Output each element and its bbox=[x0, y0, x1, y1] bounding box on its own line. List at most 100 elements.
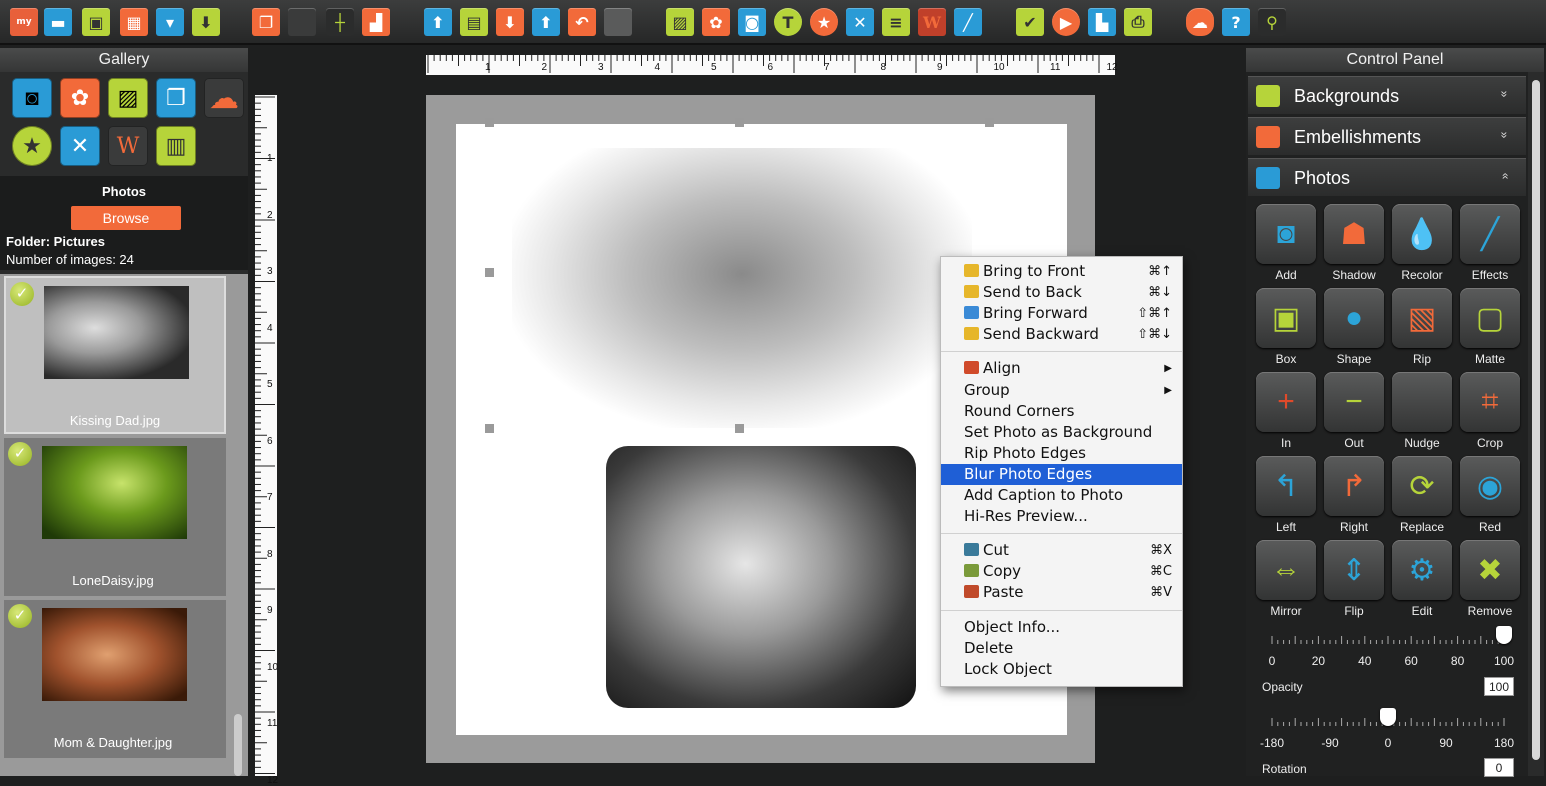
menu-item-paste[interactable]: Paste ⌘V bbox=[941, 582, 1182, 603]
text-icon[interactable]: T bbox=[774, 8, 802, 36]
selection-handle[interactable] bbox=[735, 118, 744, 127]
pen-icon[interactable]: ╱ bbox=[954, 8, 982, 36]
menu-item-send-backward[interactable]: Send Backward ⇧⌘↓ bbox=[941, 324, 1182, 345]
tool-recolor-button[interactable]: 💧 bbox=[1392, 204, 1452, 264]
menu-item-send-to-back[interactable]: Send to Back ⌘↓ bbox=[941, 282, 1182, 303]
open-folder-icon[interactable]: ▬ bbox=[44, 8, 72, 36]
tool-shape-button[interactable]: ● bbox=[1324, 288, 1384, 348]
menu-item-object-info[interactable]: Object Info... bbox=[941, 617, 1182, 638]
gallery-scrollbar[interactable] bbox=[234, 714, 242, 776]
tool-matte-button[interactable]: ▢ bbox=[1460, 288, 1520, 348]
stack-icon[interactable]: ❐ bbox=[252, 8, 280, 36]
layers-icon[interactable]: ❐ bbox=[156, 78, 196, 118]
rotation-slider[interactable] bbox=[1268, 708, 1508, 732]
menu-item-copy[interactable]: Copy ⌘C bbox=[941, 561, 1182, 582]
tool-left-button[interactable]: ↰ bbox=[1256, 456, 1316, 516]
thumbnail-item[interactable]: ✓ Kissing Dad.jpg bbox=[4, 276, 226, 434]
blurred-photo[interactable] bbox=[512, 148, 972, 428]
menu-item-bring-forward[interactable]: Bring Forward ⇧⌘↑ bbox=[941, 303, 1182, 324]
tool-nudge-button[interactable] bbox=[1392, 372, 1452, 432]
tool-mirror-button[interactable]: ⇔ bbox=[1256, 540, 1316, 600]
menu-item-hi-res-preview[interactable]: Hi-Res Preview... bbox=[941, 506, 1182, 527]
tool-add-button[interactable]: ◙ bbox=[1256, 204, 1316, 264]
print-icon[interactable]: ⎙ bbox=[1124, 8, 1152, 36]
section-backgrounds[interactable]: Backgrounds » bbox=[1248, 76, 1526, 114]
rotation-slider-thumb[interactable] bbox=[1380, 708, 1396, 726]
help-icon[interactable]: ? bbox=[1222, 8, 1250, 36]
share-icon[interactable]: ▙ bbox=[1088, 8, 1116, 36]
section-photos[interactable]: Photos » bbox=[1248, 158, 1526, 196]
save-down-icon[interactable]: ⬇ bbox=[496, 8, 524, 36]
tool-shadow-button[interactable]: ☗ bbox=[1324, 204, 1384, 264]
menu-item-cut[interactable]: Cut ⌘X bbox=[941, 540, 1182, 561]
scrollbar-thumb[interactable] bbox=[1532, 80, 1540, 760]
grid-icon[interactable]: ▦ bbox=[120, 8, 148, 36]
selection-handle[interactable] bbox=[485, 268, 494, 277]
butterfly-icon[interactable]: ✕ bbox=[846, 8, 874, 36]
my-logo-icon[interactable]: my bbox=[10, 8, 38, 36]
inbox-icon[interactable]: ▾ bbox=[156, 8, 184, 36]
rotation-value-input[interactable]: 0 bbox=[1484, 758, 1514, 777]
opacity-slider[interactable] bbox=[1268, 626, 1512, 650]
ripped-photo[interactable] bbox=[606, 446, 916, 708]
browse-button[interactable]: Browse bbox=[71, 206, 181, 230]
search-icon[interactable]: ⚲ bbox=[1258, 8, 1286, 36]
tool-out-button[interactable]: − bbox=[1324, 372, 1384, 432]
play-icon[interactable]: ▶ bbox=[1052, 8, 1080, 36]
opacity-slider-thumb[interactable] bbox=[1496, 626, 1512, 644]
save-icon[interactable]: ▣ bbox=[82, 8, 110, 36]
camera-icon[interactable]: ◙ bbox=[738, 8, 766, 36]
flower-icon[interactable]: ✿ bbox=[60, 78, 100, 118]
control-panel-scrollbar[interactable] bbox=[1528, 72, 1544, 776]
undo-icon[interactable]: ↶ bbox=[568, 8, 596, 36]
cloud-icon[interactable]: ☁ bbox=[1186, 8, 1214, 36]
menu-item-blur-photo-edges[interactable]: Blur Photo Edges bbox=[941, 463, 1182, 485]
thumbnail-item[interactable]: ✓ Mom & Daughter.jpg bbox=[4, 600, 226, 758]
menu-item-delete[interactable]: Delete bbox=[941, 638, 1182, 659]
tool-replace-button[interactable]: ⟳ bbox=[1392, 456, 1452, 516]
save-up-icon[interactable]: ⬆ bbox=[532, 8, 560, 36]
tool-in-button[interactable]: + bbox=[1256, 372, 1316, 432]
image-icon[interactable]: ▨ bbox=[666, 8, 694, 36]
image-icon[interactable]: ▨ bbox=[108, 78, 148, 118]
tool-crop-button[interactable]: ⌗ bbox=[1460, 372, 1520, 432]
stripes-icon[interactable]: ≡ bbox=[882, 8, 910, 36]
tool-box-button[interactable]: ▣ bbox=[1256, 288, 1316, 348]
tool-red-button[interactable]: ◉ bbox=[1460, 456, 1520, 516]
menu-item-add-caption-to-photo[interactable]: Add Caption to Photo bbox=[941, 485, 1182, 506]
save-frame-icon[interactable]: ▤ bbox=[460, 8, 488, 36]
star-icon[interactable]: ★ bbox=[810, 8, 838, 36]
tool-flip-button[interactable]: ⇕ bbox=[1324, 540, 1384, 600]
selection-handle[interactable] bbox=[485, 118, 494, 127]
camera-icon[interactable]: ◙ bbox=[12, 78, 52, 118]
selection-handle[interactable] bbox=[735, 424, 744, 433]
selection-handle[interactable] bbox=[985, 118, 994, 127]
cloud-icon[interactable]: ☁ bbox=[204, 78, 244, 118]
menu-item-bring-to-front[interactable]: Bring to Front ⌘↑ bbox=[941, 261, 1182, 282]
butterfly-icon[interactable]: ✕ bbox=[60, 126, 100, 166]
selection-handle[interactable] bbox=[485, 424, 494, 433]
menu-item-set-photo-as-background[interactable]: Set Photo as Background bbox=[941, 422, 1182, 443]
tool-remove-button[interactable]: ✖ bbox=[1460, 540, 1520, 600]
blocks-icon[interactable]: ▟ bbox=[362, 8, 390, 36]
wordart-icon[interactable]: W bbox=[108, 126, 148, 166]
tool-right-button[interactable]: ↱ bbox=[1324, 456, 1384, 516]
thumbnail-item[interactable]: ✓ LoneDaisy.jpg bbox=[4, 438, 226, 596]
section-embellishments[interactable]: Embellishments » bbox=[1248, 117, 1526, 155]
opacity-value-input[interactable]: 100 bbox=[1484, 677, 1514, 696]
wordart-icon[interactable]: W bbox=[918, 8, 946, 36]
gray-square-icon[interactable] bbox=[288, 8, 316, 36]
menu-item-round-corners[interactable]: Round Corners bbox=[941, 401, 1182, 422]
import-icon[interactable]: ⬆ bbox=[424, 8, 452, 36]
tool-effects-button[interactable]: ╱ bbox=[1460, 204, 1520, 264]
export-icon[interactable]: ⬇ bbox=[192, 8, 220, 36]
crosshair-icon[interactable]: ┼ bbox=[326, 8, 354, 36]
tool-edit-button[interactable]: ⚙ bbox=[1392, 540, 1452, 600]
menu-item-align[interactable]: Align ▶ bbox=[941, 358, 1182, 379]
star-icon[interactable]: ★ bbox=[12, 126, 52, 166]
layout-icon[interactable]: ▥ bbox=[156, 126, 196, 166]
menu-item-rip-photo-edges[interactable]: Rip Photo Edges bbox=[941, 443, 1182, 464]
blank-icon[interactable] bbox=[604, 8, 632, 36]
menu-item-group[interactable]: Group ▶ bbox=[941, 380, 1182, 401]
menu-item-lock-object[interactable]: Lock Object bbox=[941, 659, 1182, 680]
